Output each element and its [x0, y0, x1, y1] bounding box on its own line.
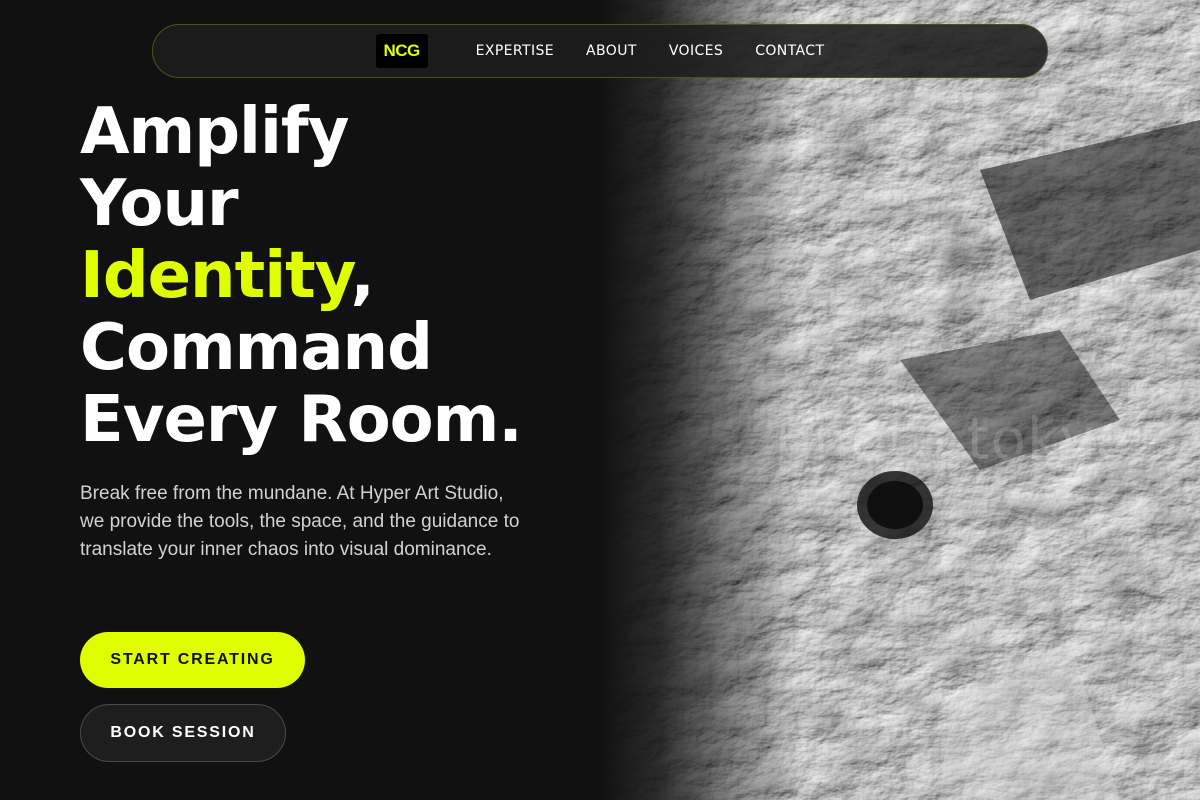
headline-comma: , — [350, 239, 374, 313]
headline-line-5: Every Room. — [80, 383, 523, 457]
nav-link-contact[interactable]: CONTACT — [755, 43, 824, 59]
hero-artwork — [600, 0, 1200, 800]
headline-line-3: Identity, — [80, 240, 522, 312]
nav-link-voices[interactable]: VOICES — [669, 43, 723, 59]
hero-headline: Amplify Your Identity, Command Every Roo… — [80, 95, 523, 457]
nav-link-about[interactable]: ABOUT — [586, 43, 637, 59]
book-session-button[interactable]: BOOK SESSION — [80, 704, 286, 762]
headline-line-2: Your — [80, 167, 239, 241]
nav-links: EXPERTISE ABOUT VOICES CONTACT — [476, 43, 825, 59]
headline-line-1: Amplify — [80, 95, 349, 169]
headline-line-4: Command — [80, 311, 433, 385]
start-creating-button[interactable]: START CREATING — [80, 632, 305, 688]
headline-accent-word: Identity — [80, 239, 351, 313]
brand-logo[interactable]: NCG — [375, 34, 428, 68]
nav-link-expertise[interactable]: EXPERTISE — [476, 43, 554, 59]
watermark-text: photo tokyo — [775, 405, 1132, 473]
hero-description: Break free from the mundane. At Hyper Ar… — [80, 483, 520, 560]
top-navigation: NCG EXPERTISE ABOUT VOICES CONTACT — [152, 24, 1048, 78]
art-fade-overlay — [600, 0, 800, 800]
